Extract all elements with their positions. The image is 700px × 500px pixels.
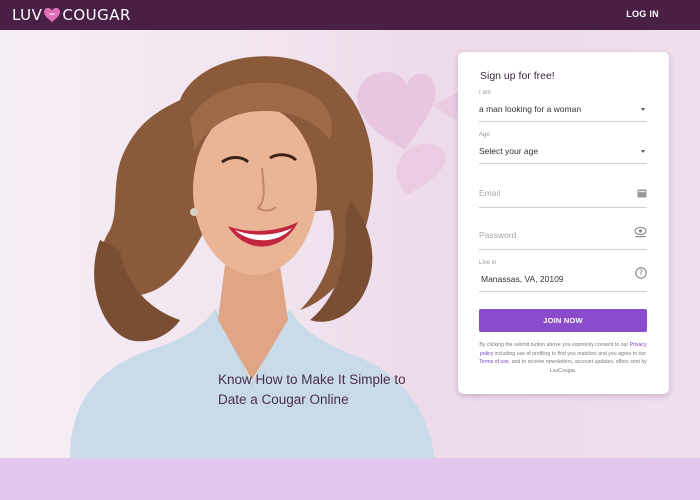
bottom-band: [0, 458, 700, 500]
logo-text-left: LUV: [12, 6, 43, 24]
iam-select[interactable]: I am a man looking for a woman: [479, 88, 647, 122]
iam-label: I am: [479, 90, 491, 96]
age-select[interactable]: Age Select your age: [479, 130, 647, 164]
chevron-down-icon: [641, 108, 645, 111]
email-placeholder: Email: [479, 188, 501, 198]
email-field[interactable]: Email: [479, 178, 647, 208]
legal-text-3: , and to receive newsletters, account up…: [508, 359, 647, 374]
logo[interactable]: LUV COUGAR: [12, 6, 131, 24]
legal-text: By clicking the submit button above you …: [479, 341, 647, 375]
signup-card: Sign up for free! I am a man looking for…: [458, 52, 669, 394]
terms-of-use-link[interactable]: Terms of use: [479, 359, 509, 365]
location-value: Manassas, VA, 20109: [481, 274, 564, 284]
password-field[interactable]: Password: [479, 220, 647, 250]
location-label: Live in: [479, 260, 497, 266]
location-field[interactable]: Live in Manassas, VA, 20109 ?: [479, 258, 647, 292]
eye-icon[interactable]: [634, 226, 647, 240]
heart-icon: [44, 7, 61, 23]
join-now-button[interactable]: JOIN NOW: [479, 309, 647, 332]
chevron-down-icon: [641, 150, 645, 153]
iam-value: a man looking for a woman: [479, 104, 582, 114]
hero-headline: Know How to Make It Simple to Date a Cou…: [218, 370, 438, 410]
login-link[interactable]: LOG IN: [626, 9, 659, 19]
email-icon: [637, 189, 647, 198]
hero-headline-line-2: Date a Cougar Online: [218, 392, 349, 407]
hero-section: Know How to Make It Simple to Date a Cou…: [0, 30, 700, 458]
legal-text-2: including use of profiling to find you m…: [494, 350, 647, 357]
hero-headline-line-1: Know How to Make It Simple to: [218, 372, 406, 387]
password-placeholder: Password: [479, 230, 517, 240]
signup-title: Sign up for free!: [480, 70, 555, 82]
top-bar: LUV COUGAR LOG IN: [0, 0, 700, 30]
age-label: Age: [479, 132, 490, 138]
legal-text-1: By clicking the submit button above you …: [479, 342, 629, 348]
age-value: Select your age: [479, 146, 539, 156]
help-icon[interactable]: ?: [635, 267, 647, 279]
logo-text-right: COUGAR: [62, 6, 131, 24]
svg-text:?: ?: [639, 269, 643, 278]
